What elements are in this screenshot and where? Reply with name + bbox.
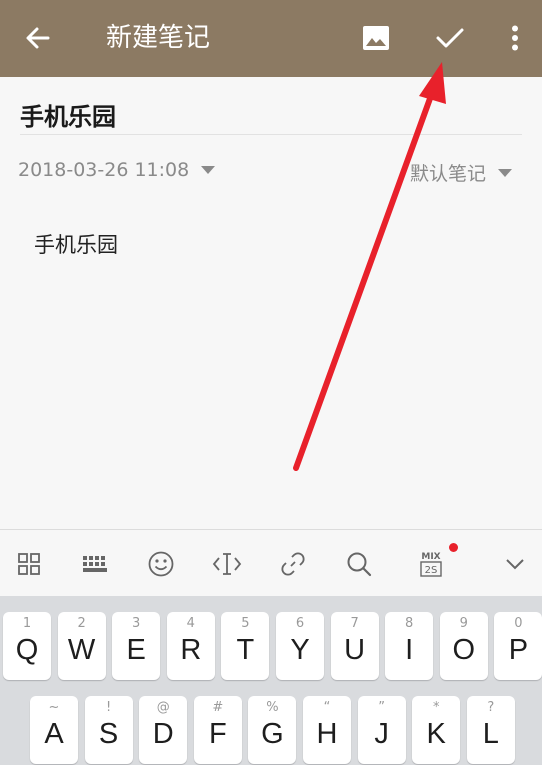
note-folder-label: 默认笔记 <box>409 163 486 185</box>
key-alt-label: 9 <box>459 616 468 631</box>
clipboard-link-button[interactable] <box>273 544 313 584</box>
arrow-left-icon <box>26 27 50 49</box>
link-icon <box>281 552 305 576</box>
key-s[interactable]: ! S <box>84 696 133 764</box>
caret-down-icon <box>498 168 512 177</box>
svg-text:2S: 2S <box>425 565 438 576</box>
key-f[interactable]: # F <box>193 696 242 764</box>
more-vertical-icon <box>512 25 518 51</box>
key-label: O <box>452 634 476 666</box>
search-icon <box>347 552 372 577</box>
note-body-field[interactable]: 手机乐园 <box>34 229 118 259</box>
grid-icon <box>18 553 40 575</box>
key-label: U <box>344 634 366 666</box>
key-label: Y <box>290 634 310 666</box>
key-label: A <box>44 718 64 750</box>
text-cursor-icon <box>212 553 242 575</box>
note-date-selector[interactable]: 2018-03-26 11:08 <box>18 159 216 181</box>
key-label: L <box>482 718 499 750</box>
note-title-field[interactable]: 手机乐园 <box>20 97 116 132</box>
title-divider <box>20 134 522 135</box>
key-alt-label: # <box>212 700 224 715</box>
key-alt-label: ” <box>378 700 385 715</box>
key-alt-label: “ <box>323 700 331 715</box>
key-alt-label: 1 <box>22 616 32 631</box>
key-alt-label: 8 <box>405 616 414 631</box>
key-h[interactable]: “H <box>303 696 351 764</box>
key-d[interactable]: @ D <box>139 696 188 764</box>
key-w[interactable]: 2W <box>57 612 106 680</box>
key-alt-label: @ <box>156 700 170 715</box>
keyboard-icon <box>83 556 107 572</box>
key-alt-label: % <box>266 700 279 715</box>
key-j[interactable]: ” J <box>357 696 406 764</box>
note-editor: 手机乐园 2018-03-26 11:08 默认笔记 手机乐园 <box>0 77 542 529</box>
key-label: P <box>508 634 529 666</box>
key-label: G <box>261 718 284 750</box>
more-options-button[interactable] <box>500 18 530 58</box>
key-y[interactable]: 6Y <box>276 612 324 680</box>
key-alt-label: ! <box>105 700 112 715</box>
key-label: W <box>67 634 96 666</box>
page-title: 新建笔记 <box>106 23 211 53</box>
key-o[interactable]: 9O <box>439 612 488 680</box>
chevron-down-icon <box>506 559 524 570</box>
key-alt-label: 3 <box>132 616 141 631</box>
key-label: T <box>236 634 255 666</box>
key-l[interactable]: ? L <box>466 696 515 764</box>
key-alt-label: 5 <box>241 616 250 631</box>
svg-text:MIX: MIX <box>421 552 440 562</box>
notification-dot <box>449 543 458 552</box>
key-a[interactable]: ~ A <box>30 696 78 764</box>
key-t[interactable]: 5T <box>221 612 270 680</box>
key-p[interactable]: 0P <box>494 612 542 680</box>
keyboard-toolbar: MIX 2S <box>0 529 542 596</box>
mix-2s-icon: MIX 2S <box>420 552 442 577</box>
image-icon <box>363 26 389 50</box>
mix-theme-button[interactable]: MIX 2S <box>411 544 451 584</box>
key-alt-label: 0 <box>514 616 523 631</box>
key-r[interactable]: 4R <box>166 612 215 680</box>
key-label: D <box>152 718 174 750</box>
keyboard-layout-button[interactable] <box>75 544 115 584</box>
key-alt-label: ~ <box>48 700 60 715</box>
note-date-label: 2018-03-26 11:08 <box>18 159 190 181</box>
key-alt-label: ? <box>487 700 495 715</box>
key-i[interactable]: 8I <box>385 612 434 680</box>
key-label: Q <box>15 634 39 666</box>
key-alt-label: * <box>432 700 440 715</box>
collapse-keyboard-button[interactable] <box>495 544 535 584</box>
emoji-button[interactable] <box>141 544 181 584</box>
key-label: I <box>405 634 414 666</box>
key-label: R <box>180 634 202 666</box>
key-alt-label: 6 <box>295 616 305 631</box>
key-label: K <box>426 718 446 750</box>
key-q[interactable]: 1Q <box>3 612 51 680</box>
back-button[interactable] <box>18 18 58 58</box>
key-alt-label: 7 <box>350 616 359 631</box>
key-label: H <box>316 718 338 750</box>
search-button[interactable] <box>339 544 379 584</box>
app-toolbar: 新建笔记 <box>0 0 542 77</box>
key-label: S <box>98 718 119 750</box>
key-label: F <box>208 718 227 750</box>
apps-button[interactable] <box>9 544 49 584</box>
key-u[interactable]: 7U <box>330 612 379 680</box>
key-k[interactable]: * K <box>412 696 461 764</box>
note-folder-selector[interactable]: 默认笔记 <box>410 159 512 186</box>
save-button[interactable] <box>430 18 470 58</box>
key-e[interactable]: 3E <box>112 612 161 680</box>
key-label: E <box>126 634 146 666</box>
key-alt-label: 4 <box>186 616 195 631</box>
cursor-control-button[interactable] <box>207 544 247 584</box>
key-g[interactable]: % G <box>248 696 297 764</box>
soft-keyboard: 1 Q 2 W 3 E 4 R 5 T 6 Y 7 U 8 I 9 O 0 P ~ A! S @ D # F% G “H” J * K? L <box>0 596 542 765</box>
key-alt-label: 2 <box>77 616 86 631</box>
key-label: J <box>374 718 389 750</box>
caret-down-icon <box>201 166 216 174</box>
insert-image-button[interactable] <box>356 18 396 58</box>
emoji-icon <box>148 551 174 577</box>
check-icon <box>436 28 464 48</box>
